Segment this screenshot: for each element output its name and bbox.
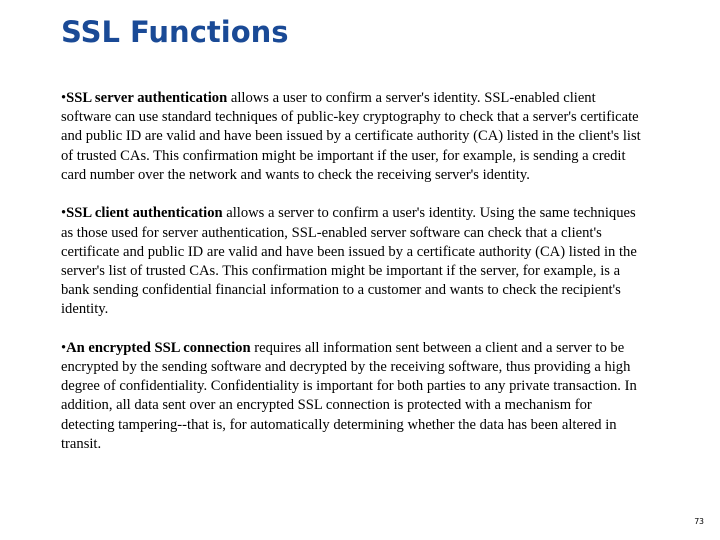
paragraph-client-authentication: •SSL client authentication allows a serv… [61,204,641,319]
paragraph-encrypted-connection: •An encrypted SSL connection requires al… [61,339,641,454]
term-client-authentication: SSL client authentication [66,205,223,222]
paragraph-server-authentication: •SSL server authentication allows a user… [61,89,641,185]
term-server-authentication: SSL server authentication [66,90,228,106]
term-encrypted-connection: An encrypted SSL connection [66,339,251,356]
slide-content: •SSL server authentication allows a user… [61,89,641,473]
page-number: 73 [694,517,704,526]
paragraph-text: requires all information sent between a … [61,339,637,452]
paragraph-text: allows a server to confirm a user's iden… [61,205,637,318]
slide-title: SSL Functions [61,15,289,49]
